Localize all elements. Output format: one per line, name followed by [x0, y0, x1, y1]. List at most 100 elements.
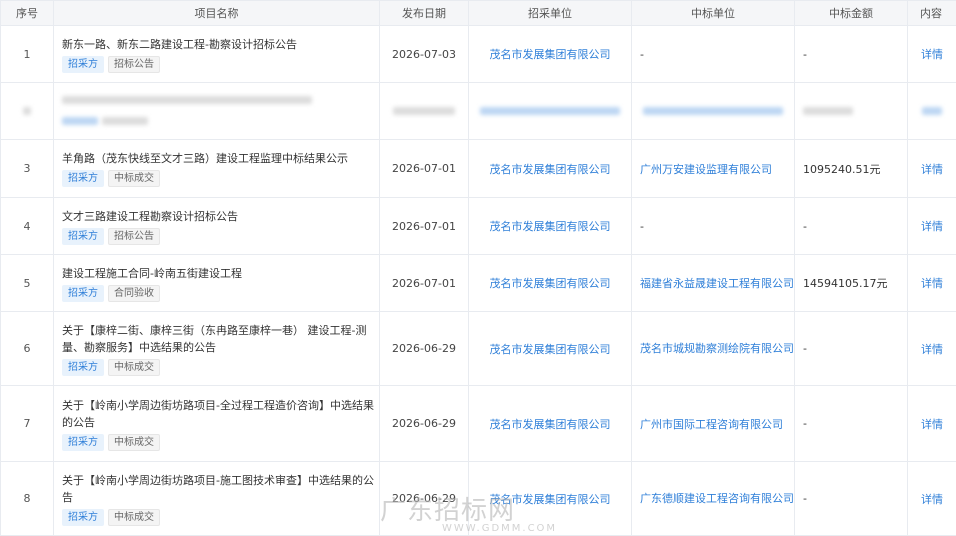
redacted-block	[480, 107, 620, 115]
project-title-link[interactable]: 关于【岭南小学周边街坊路项目-施工图技术审查】中选结果的公告	[62, 472, 375, 506]
redacted-block	[643, 107, 783, 115]
buyer-link[interactable]: 茂名市发展集团有限公司	[469, 140, 632, 198]
role-tag: 招采方	[62, 170, 104, 187]
redacted-block	[102, 117, 148, 125]
amount-value: -	[795, 198, 908, 255]
winner-value: -	[632, 26, 795, 83]
redacted-cell	[632, 83, 795, 140]
buyer-link[interactable]: 茂名市发展集团有限公司	[469, 26, 632, 83]
publish-date: 2026-07-01	[380, 140, 469, 198]
table-row: 5 建设工程施工合同-岭南五街建设工程 招采方合同验收 2026-07-01 茂…	[1, 255, 956, 312]
project-title-link[interactable]: 建设工程施工合同-岭南五街建设工程	[62, 265, 375, 282]
project-name-cell: 建设工程施工合同-岭南五街建设工程 招采方合同验收	[54, 255, 380, 312]
type-tag: 中标成交	[108, 359, 160, 376]
results-table: 序号 项目名称 发布日期 招采单位 中标单位 中标金额 内容 1 新东一路、新东…	[0, 0, 956, 536]
role-tag: 招采方	[62, 285, 104, 302]
publish-date: 2026-06-29	[380, 386, 469, 462]
role-tag: 招采方	[62, 228, 104, 245]
header-content: 内容	[908, 1, 956, 26]
buyer-link[interactable]: 茂名市发展集团有限公司	[469, 255, 632, 312]
type-tag: 中标成交	[108, 509, 160, 526]
redacted-cell	[1, 83, 54, 140]
role-tag: 招采方	[62, 56, 104, 73]
detail-link[interactable]: 详情	[908, 386, 956, 462]
publish-date: 2026-07-01	[380, 255, 469, 312]
project-name-cell: 关于【岭南小学周边街坊路项目-施工图技术审查】中选结果的公告 招采方中标成交	[54, 462, 380, 536]
row-number: 4	[1, 198, 54, 255]
role-tag: 招采方	[62, 509, 104, 526]
project-name-cell: 文才三路建设工程勘察设计招标公告 招采方招标公告	[54, 198, 380, 255]
row-number: 8	[1, 462, 54, 536]
redacted-cell	[795, 83, 908, 140]
amount-value: -	[795, 26, 908, 83]
winner-value: -	[632, 198, 795, 255]
redacted-block	[23, 107, 31, 115]
amount-value: -	[795, 386, 908, 462]
publish-date: 2026-07-01	[380, 198, 469, 255]
table-row-redacted	[1, 83, 956, 140]
buyer-link[interactable]: 茂名市发展集团有限公司	[469, 312, 632, 386]
redacted-block	[62, 96, 312, 104]
row-number: 7	[1, 386, 54, 462]
winner-link[interactable]: 广州万安建设监理有限公司	[632, 140, 795, 198]
amount-value: 1095240.51元	[795, 140, 908, 198]
project-name-cell: 新东一路、新东二路建设工程-勘察设计招标公告 招采方招标公告	[54, 26, 380, 83]
row-number: 1	[1, 26, 54, 83]
type-tag: 招标公告	[108, 56, 160, 73]
type-tag: 合同验收	[108, 285, 160, 302]
detail-link[interactable]: 详情	[908, 26, 956, 83]
redacted-cell	[469, 83, 632, 140]
project-title-link[interactable]: 羊角路（茂东快线至文才三路）建设工程监理中标结果公示	[62, 150, 375, 167]
table-row: 3 羊角路（茂东快线至文才三路）建设工程监理中标结果公示 招采方中标成交 202…	[1, 140, 956, 198]
table-row: 6 关于【康梓二街、康梓三街（东冉路至康梓一巷） 建设工程-测量、勘察服务】中选…	[1, 312, 956, 386]
detail-link[interactable]: 详情	[908, 140, 956, 198]
row-number: 3	[1, 140, 54, 198]
buyer-link[interactable]: 茂名市发展集团有限公司	[469, 386, 632, 462]
winner-link[interactable]: 福建省永益晟建设工程有限公司	[632, 255, 795, 312]
header-amount: 中标金额	[795, 1, 908, 26]
redacted-cell	[380, 83, 469, 140]
table-header-row: 序号 项目名称 发布日期 招采单位 中标单位 中标金额 内容	[1, 1, 956, 26]
redacted-block	[803, 107, 853, 115]
amount-value: -	[795, 312, 908, 386]
publish-date: 2026-06-29	[380, 312, 469, 386]
redacted-cell	[54, 83, 380, 140]
role-tag: 招采方	[62, 359, 104, 376]
type-tag: 中标成交	[108, 170, 160, 187]
redacted-block	[922, 107, 942, 115]
winner-link[interactable]: 茂名市城规勘察测绘院有限公司	[632, 312, 795, 386]
header-no: 序号	[1, 1, 54, 26]
detail-link[interactable]: 详情	[908, 462, 956, 536]
header-date: 发布日期	[380, 1, 469, 26]
header-buyer: 招采单位	[469, 1, 632, 26]
table-row: 7 关于【岭南小学周边街坊路项目-全过程工程造价咨询】中选结果的公告 招采方中标…	[1, 386, 956, 462]
detail-link[interactable]: 详情	[908, 198, 956, 255]
project-title-link[interactable]: 关于【康梓二街、康梓三街（东冉路至康梓一巷） 建设工程-测量、勘察服务】中选结果…	[62, 322, 375, 356]
type-tag: 招标公告	[108, 228, 160, 245]
winner-link[interactable]: 广州市国际工程咨询有限公司	[632, 386, 795, 462]
header-winner: 中标单位	[632, 1, 795, 26]
amount-value: 14594105.17元	[795, 255, 908, 312]
winner-link[interactable]: 广东德顺建设工程咨询有限公司	[632, 462, 795, 536]
project-name-cell: 关于【岭南小学周边街坊路项目-全过程工程造价咨询】中选结果的公告 招采方中标成交	[54, 386, 380, 462]
project-name-cell: 关于【康梓二街、康梓三街（东冉路至康梓一巷） 建设工程-测量、勘察服务】中选结果…	[54, 312, 380, 386]
table-row: 1 新东一路、新东二路建设工程-勘察设计招标公告 招采方招标公告 2026-07…	[1, 26, 956, 83]
site-watermark: 广东招标网 WWW.GDMM.COM	[380, 490, 557, 534]
detail-link[interactable]: 详情	[908, 255, 956, 312]
row-number: 6	[1, 312, 54, 386]
buyer-link[interactable]: 茂名市发展集团有限公司	[469, 198, 632, 255]
redacted-block	[62, 117, 98, 125]
header-name: 项目名称	[54, 1, 380, 26]
publish-date: 2026-07-03	[380, 26, 469, 83]
project-title-link[interactable]: 新东一路、新东二路建设工程-勘察设计招标公告	[62, 36, 375, 53]
detail-link[interactable]: 详情	[908, 312, 956, 386]
project-title-link[interactable]: 文才三路建设工程勘察设计招标公告	[62, 208, 375, 225]
project-name-cell: 羊角路（茂东快线至文才三路）建设工程监理中标结果公示 招采方中标成交	[54, 140, 380, 198]
table-row: 4 文才三路建设工程勘察设计招标公告 招采方招标公告 2026-07-01 茂名…	[1, 198, 956, 255]
role-tag: 招采方	[62, 434, 104, 451]
type-tag: 中标成交	[108, 434, 160, 451]
watermark-url: WWW.GDMM.COM	[442, 523, 557, 534]
project-title-link[interactable]: 关于【岭南小学周边街坊路项目-全过程工程造价咨询】中选结果的公告	[62, 397, 375, 431]
row-number: 5	[1, 255, 54, 312]
redacted-block	[393, 107, 455, 115]
